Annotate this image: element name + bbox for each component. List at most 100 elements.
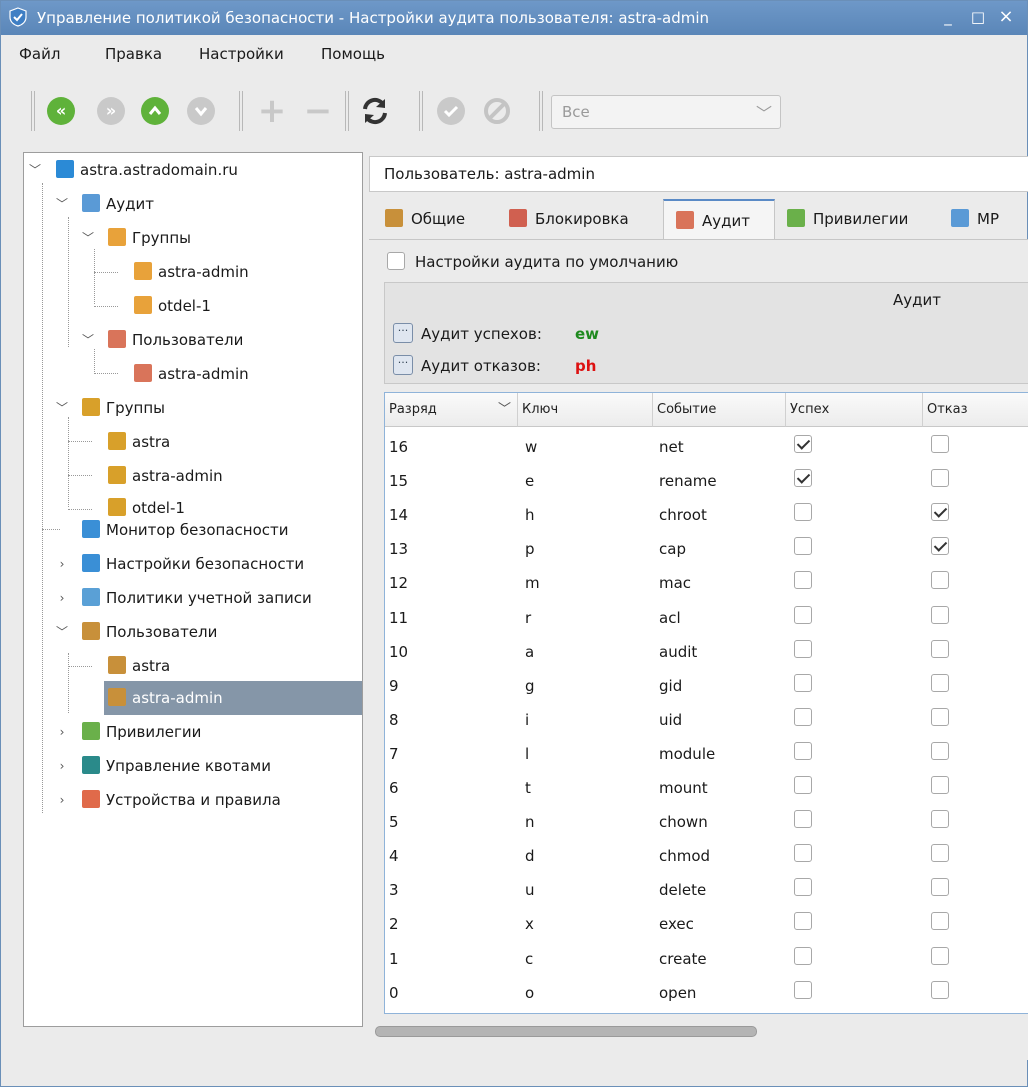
success-checkbox[interactable] [794, 776, 812, 794]
tree-item-groups[interactable]: Группы [82, 393, 165, 423]
collapse-icon[interactable]: ﹀ [56, 189, 68, 219]
fail-checkbox[interactable] [931, 844, 949, 863]
tab-audit[interactable]: Аудит [663, 199, 775, 239]
fail-checkbox[interactable] [931, 980, 949, 999]
success-checkbox[interactable] [794, 503, 812, 522]
tab-lock[interactable]: Блокировка [509, 199, 629, 239]
expand-icon[interactable]: › [56, 583, 68, 613]
next-icon[interactable]: » [97, 97, 125, 125]
column-header-event[interactable]: Событие [653, 393, 786, 427]
table-row[interactable]: 15 e rename [385, 461, 1028, 495]
menu-help[interactable]: Помощь [321, 45, 385, 63]
success-checkbox[interactable] [794, 605, 812, 624]
add-icon[interactable]: + [257, 91, 287, 131]
tab-mr[interactable]: МР [951, 199, 999, 239]
refresh-icon[interactable] [359, 95, 391, 127]
remove-icon[interactable]: − [303, 91, 333, 131]
fail-checkbox[interactable] [931, 741, 949, 760]
collapse-icon[interactable]: ﹀ [29, 155, 41, 185]
close-button[interactable]: × [995, 6, 1017, 28]
tree-item-quotas[interactable]: Управление квотами [82, 751, 271, 781]
collapse-icon[interactable]: ﹀ [56, 617, 68, 647]
table-row[interactable]: 0 o open [385, 973, 1028, 1007]
table-row[interactable]: 4 d chmod [385, 836, 1028, 870]
tree-item-audit[interactable]: Аудит [82, 189, 154, 219]
table-row[interactable]: 1 c create [385, 939, 1028, 973]
success-checkbox[interactable] [794, 571, 812, 590]
success-checkbox[interactable] [794, 639, 812, 658]
up-icon[interactable] [141, 97, 169, 125]
tree-item-group-astra-admin[interactable]: astra-admin [108, 461, 223, 491]
tree-item-user-astra-admin[interactable]: astra-admin [108, 683, 223, 713]
fail-checkbox[interactable] [931, 639, 949, 658]
table-row[interactable]: 7 l module [385, 734, 1028, 768]
tree-item-group-astra[interactable]: astra [108, 427, 170, 457]
fail-checkbox[interactable] [931, 810, 949, 829]
tree-item-users[interactable]: Пользователи [82, 617, 217, 647]
tree-item-security-settings[interactable]: Настройки безопасности [82, 549, 304, 579]
success-checkbox[interactable] [794, 537, 812, 556]
menu-edit[interactable]: Правка [105, 45, 162, 63]
cancel-icon[interactable] [481, 95, 513, 127]
fail-checkbox[interactable] [931, 503, 949, 522]
down-icon[interactable] [187, 97, 215, 125]
column-header-success[interactable]: Успех [786, 393, 923, 427]
collapse-icon[interactable]: ﹀ [82, 325, 94, 355]
fail-checkbox[interactable] [931, 605, 949, 624]
tree-item-audit-group-astra-admin[interactable]: astra-admin [134, 257, 249, 287]
table-row[interactable]: 9 g gid [385, 666, 1028, 700]
tree-item-devices[interactable]: Устройства и правила [82, 785, 281, 815]
table-row[interactable]: 6 t mount [385, 768, 1028, 802]
expand-icon[interactable]: › [56, 717, 68, 747]
table-row[interactable]: 13 p cap [385, 529, 1028, 563]
tree-item-root[interactable]: astra.astradomain.ru [56, 155, 238, 185]
table-row[interactable]: 8 i uid [385, 700, 1028, 734]
tree-item-monitor[interactable]: Монитор безопасности [82, 515, 288, 545]
menu-settings[interactable]: Настройки [199, 45, 284, 63]
table-row[interactable]: 10 a audit [385, 632, 1028, 666]
fail-checkbox[interactable] [931, 571, 949, 590]
table-row[interactable]: 5 n chown [385, 802, 1028, 836]
fail-checkbox[interactable] [931, 878, 949, 897]
expand-icon[interactable]: › [56, 785, 68, 815]
filter-select[interactable]: Все ﹀ [551, 95, 781, 129]
success-checkbox[interactable] [794, 844, 812, 863]
table-row[interactable]: 14 h chroot [385, 495, 1028, 529]
default-audit-checkbox[interactable] [387, 252, 405, 270]
tree-item-privileges[interactable]: Привилегии [82, 717, 201, 747]
success-checkbox[interactable] [794, 469, 812, 488]
collapse-icon[interactable]: ﹀ [82, 223, 94, 253]
fail-checkbox[interactable] [931, 537, 949, 556]
success-checkbox[interactable] [794, 741, 812, 760]
tree-item-audit-group-otdel-1[interactable]: otdel-1 [134, 291, 211, 321]
success-checkbox[interactable] [794, 878, 812, 897]
column-header-key[interactable]: Ключ [518, 393, 653, 427]
horizontal-scrollbar[interactable] [369, 1023, 1028, 1039]
tree-item-audit-users[interactable]: Пользователи [108, 325, 243, 355]
tab-general[interactable]: Общие [385, 199, 465, 239]
success-checkbox[interactable] [794, 435, 812, 453]
apply-icon[interactable] [437, 97, 465, 125]
table-row[interactable]: 12 m mac [385, 563, 1028, 597]
tab-privileges[interactable]: Привилегии [787, 199, 908, 239]
table-row[interactable]: 3 u delete [385, 870, 1028, 904]
column-header-bit[interactable]: Разряд ﹀ [385, 393, 518, 427]
success-checkbox[interactable] [794, 673, 812, 692]
expand-icon[interactable]: › [56, 751, 68, 781]
success-checkbox[interactable] [794, 980, 812, 999]
tree-item-audit-groups[interactable]: Группы [108, 223, 191, 253]
fail-checkbox[interactable] [931, 912, 949, 931]
maximize-button[interactable]: □ [967, 6, 989, 28]
success-checkbox[interactable] [794, 946, 812, 965]
table-row[interactable]: 16 w net [385, 427, 1028, 461]
fail-checkbox[interactable] [931, 707, 949, 726]
tree-item-account-policies[interactable]: Политики учетной записи [82, 583, 312, 613]
success-checkbox[interactable] [794, 810, 812, 829]
edit-fail-button[interactable]: ··· [393, 355, 413, 375]
first-icon[interactable]: « [47, 97, 75, 125]
tree-item-user-astra[interactable]: astra [108, 651, 170, 681]
fail-checkbox[interactable] [931, 776, 949, 794]
fail-checkbox[interactable] [931, 673, 949, 692]
tree-item-audit-user-astra-admin[interactable]: astra-admin [134, 359, 249, 389]
success-checkbox[interactable] [794, 912, 812, 931]
